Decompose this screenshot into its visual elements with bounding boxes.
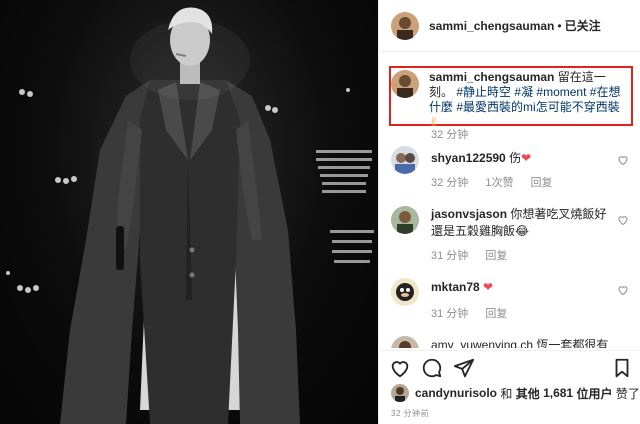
likes-summary: candynurisolo 和 其他 1,681 位用户 赞了 (391, 384, 640, 402)
author-username[interactable]: sammi_chengsauman (429, 19, 554, 33)
caption-username[interactable]: sammi_chengsauman (429, 70, 554, 84)
heart-outline-icon[interactable] (389, 357, 411, 379)
comment-text: mktan78 ❤ (431, 279, 611, 296)
caption-text: sammi_chengsauman 留在這一刻。 #静止時空 #凝 #momen… (429, 70, 629, 130)
hashtag[interactable]: 最愛西裝的mi怎可能不穿西裝 (463, 100, 620, 114)
heart-outline-icon[interactable] (617, 154, 629, 166)
author-avatar[interactable] (391, 11, 419, 40)
comment-body: 恆一套都很有 (536, 338, 609, 348)
comment-likes[interactable]: 1次赞 (485, 177, 513, 189)
commenter-avatar[interactable] (391, 146, 419, 174)
post-timestamp[interactable]: 32 分钟前 (391, 408, 429, 419)
comment-username[interactable]: jasonvsjason (431, 207, 507, 221)
bookmark-icon[interactable] (611, 357, 633, 379)
hashtag[interactable]: #凝 (514, 85, 533, 99)
reply-button[interactable]: 回复 (485, 250, 507, 262)
comment-meta: 31 分钟 回复 (431, 247, 521, 263)
heart-outline-icon[interactable] (617, 284, 629, 296)
likes-suffix[interactable]: 位用户 (576, 385, 612, 402)
caption-avatar[interactable] (391, 70, 419, 98)
likes-others-label[interactable]: 其他 (516, 385, 540, 402)
commenter-avatar[interactable] (391, 206, 419, 234)
reply-button[interactable]: 回复 (485, 308, 507, 320)
liker-avatar[interactable] (391, 384, 409, 402)
comment-time: 31 分钟 (431, 250, 469, 262)
comment-username[interactable]: mktan78 (431, 280, 480, 294)
commenter-avatar[interactable] (391, 278, 419, 306)
comment-time: 32 分钟 (431, 177, 469, 189)
liker-username[interactable]: candynurisolo (415, 386, 497, 400)
comment-text: amy_yuwenying.ch 恆一套都很有 (431, 337, 611, 348)
heart-emoji: ❤ (483, 280, 494, 294)
comment-time: 31 分钟 (431, 308, 469, 320)
likes-count[interactable]: 1,681 (543, 386, 573, 400)
heart-outline-icon[interactable] (617, 214, 629, 226)
comments-list[interactable]: sammi_chengsauman 留在這一刻。 #静止時空 #凝 #momen… (379, 58, 640, 348)
comment-username[interactable]: amy_yuwenying.ch (431, 338, 533, 348)
comment-text: shyan122590 伤❤ (431, 150, 611, 167)
post-detail-panel: sammi_chengsauman • 已关注 sammi_chengsauma… (378, 0, 640, 424)
hashtag[interactable]: #moment (536, 85, 586, 99)
follow-button[interactable]: 已关注 (565, 17, 601, 34)
likes-liked: 赞了 (615, 386, 640, 401)
comment-text: jasonvsjason 你想著吃叉燒飯好還是五穀雞胸飯😂 (431, 206, 611, 240)
post-photo[interactable] (0, 0, 378, 424)
laughing-emoji: 😂 (515, 224, 530, 238)
comment-meta: 32 分钟 1次赞 回复 (431, 174, 567, 190)
caption-time: 32 分钟 (431, 129, 469, 141)
comment-username[interactable]: shyan122590 (431, 151, 506, 165)
caption-meta: 32 分钟 (431, 126, 482, 142)
header-separator: • (557, 18, 562, 33)
performer-on-stage-image (6, 7, 374, 424)
comment-body: 伤 (509, 151, 522, 165)
hashtag[interactable]: #静止時空 (456, 85, 511, 99)
post-header: sammi_chengsauman • 已关注 (379, 0, 640, 52)
heart-emoji: ❤ (521, 151, 532, 165)
likes-and: 和 (500, 386, 513, 401)
commenter-avatar[interactable] (391, 336, 419, 348)
action-bar (379, 350, 640, 380)
comment-bubble-icon[interactable] (421, 357, 443, 379)
reply-button[interactable]: 回复 (531, 177, 553, 189)
comment-meta: 31 分钟 回复 (431, 305, 521, 321)
paper-plane-icon[interactable] (453, 357, 475, 379)
